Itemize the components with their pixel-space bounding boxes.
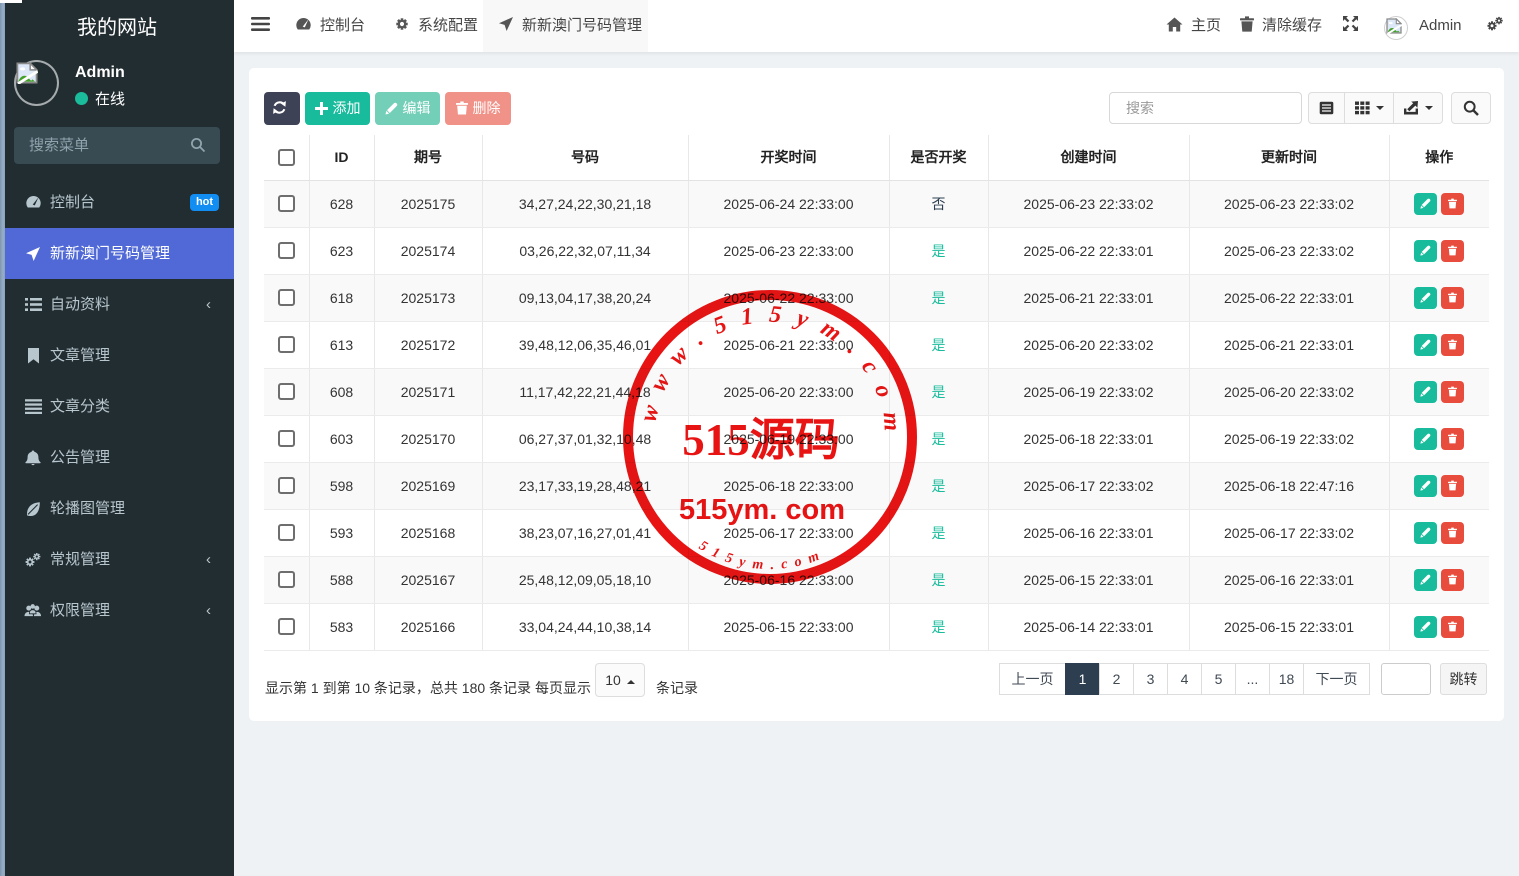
svg-text:515源码: 515源码	[682, 415, 840, 465]
svg-text:515ym. com: 515ym. com	[679, 494, 845, 526]
